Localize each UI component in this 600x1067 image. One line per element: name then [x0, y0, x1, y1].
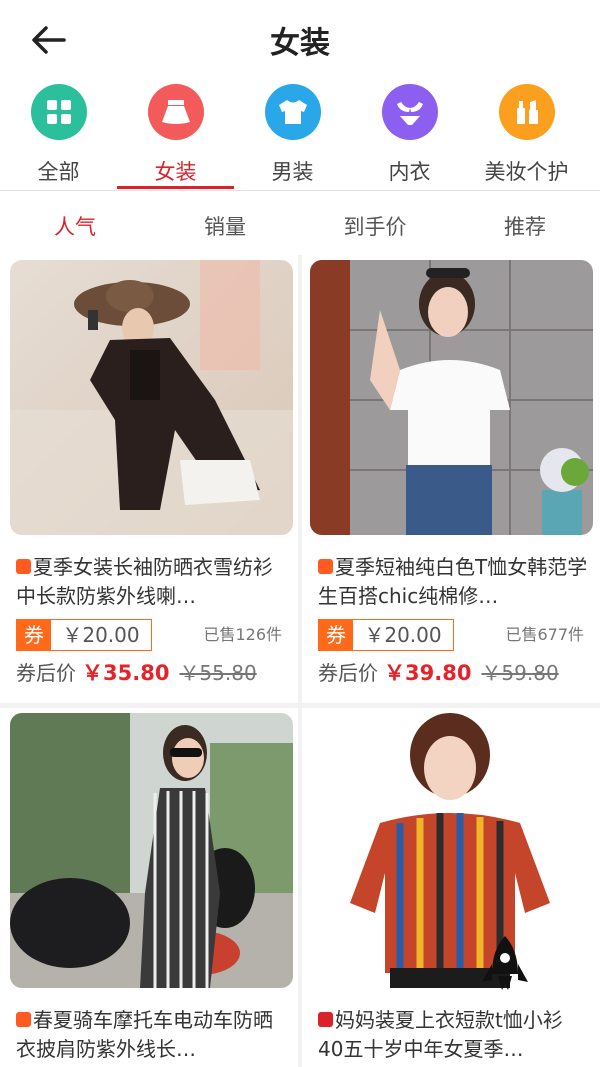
sort-tab-sales[interactable]: 销量 — [150, 211, 300, 241]
after-coupon-label: 券后价 — [16, 661, 76, 685]
category-womens[interactable]: 女装 — [117, 84, 234, 186]
coupon-label: 券 — [319, 620, 353, 650]
product-image[interactable] — [10, 713, 293, 988]
grid-icon — [30, 84, 87, 140]
coupon-tag: 券 ￥20.00 — [318, 619, 454, 651]
original-price: ￥59.80 — [481, 661, 559, 685]
category-underwear[interactable]: 内衣 — [351, 84, 468, 186]
category-all[interactable]: 全部 — [0, 84, 117, 186]
product-card[interactable]: 春夏骑车摩托车电动车防晒衣披肩防紫外线长… — [0, 708, 298, 1067]
cosmetics-icon — [498, 84, 555, 140]
product-title[interactable]: 妈妈装夏上衣短款t恤小衫40五十岁中年女夏季… — [318, 1006, 588, 1064]
tshirt-icon — [264, 84, 321, 140]
page-title: 女装 — [270, 26, 330, 61]
category-cosmetics[interactable]: 美妆个护 — [468, 84, 585, 186]
final-price: ￥39.80 — [384, 661, 472, 685]
price-row: 券后价 ￥39.80 ￥59.80 — [318, 657, 559, 687]
category-bar: 全部 女装 男装 内衣 美妆个护 — [0, 80, 600, 190]
sold-count: 已售126件 — [203, 625, 282, 644]
rocket-icon[interactable] — [478, 934, 532, 1004]
tmall-badge-icon — [318, 1012, 333, 1027]
taobao-badge-icon — [16, 559, 31, 574]
sold-count: 已售677件 — [505, 625, 584, 644]
category-mens[interactable]: 男装 — [234, 84, 351, 186]
product-title[interactable]: 春夏骑车摩托车电动车防晒衣披肩防紫外线长… — [16, 1006, 286, 1064]
coupon-value: ￥20.00 — [62, 623, 140, 647]
product-card[interactable]: 妈妈装夏上衣短款t恤小衫40五十岁中年女夏季… — [302, 708, 600, 1067]
bra-icon — [381, 84, 438, 140]
final-price: ￥35.80 — [82, 661, 170, 685]
product-card[interactable]: 夏季女装长袖防晒衣雪纺衫中长款防紫外线喇… 券 ￥20.00 已售126件 券后… — [0, 255, 298, 703]
sort-tabs: 人气 销量 到手价 推荐 — [0, 191, 600, 255]
product-card[interactable]: 夏季短袖纯白色T恤女韩范学生百搭chic纯棉修… 券 ￥20.00 已售677件… — [302, 255, 600, 703]
header-bar: 女装 — [0, 0, 600, 80]
after-coupon-label: 券后价 — [318, 661, 378, 685]
coupon-tag: 券 ￥20.00 — [16, 619, 152, 651]
category-label: 女装 — [154, 160, 197, 184]
category-label: 内衣 — [388, 160, 431, 184]
skirt-icon — [147, 84, 204, 140]
coupon-label: 券 — [17, 620, 51, 650]
product-image[interactable] — [310, 260, 593, 535]
price-row: 券后价 ￥35.80 ￥55.80 — [16, 657, 257, 687]
coupon-value: ￥20.00 — [364, 623, 442, 647]
active-category-indicator — [117, 186, 234, 189]
taobao-badge-icon — [318, 559, 333, 574]
product-title[interactable]: 夏季短袖纯白色T恤女韩范学生百搭chic纯棉修… — [318, 553, 588, 611]
taobao-badge-icon — [16, 1012, 31, 1027]
sort-tab-final-price[interactable]: 到手价 — [300, 211, 450, 241]
product-image[interactable] — [310, 713, 593, 988]
product-title[interactable]: 夏季女装长袖防晒衣雪纺衫中长款防紫外线喇… — [16, 553, 286, 611]
sort-tab-recommended[interactable]: 推荐 — [450, 211, 600, 241]
category-label: 美妆个护 — [484, 160, 569, 184]
product-image[interactable] — [10, 260, 293, 535]
sort-tab-popularity[interactable]: 人气 — [0, 211, 150, 241]
original-price: ￥55.80 — [179, 661, 257, 685]
category-label: 全部 — [37, 160, 80, 184]
category-label: 男装 — [271, 160, 314, 184]
